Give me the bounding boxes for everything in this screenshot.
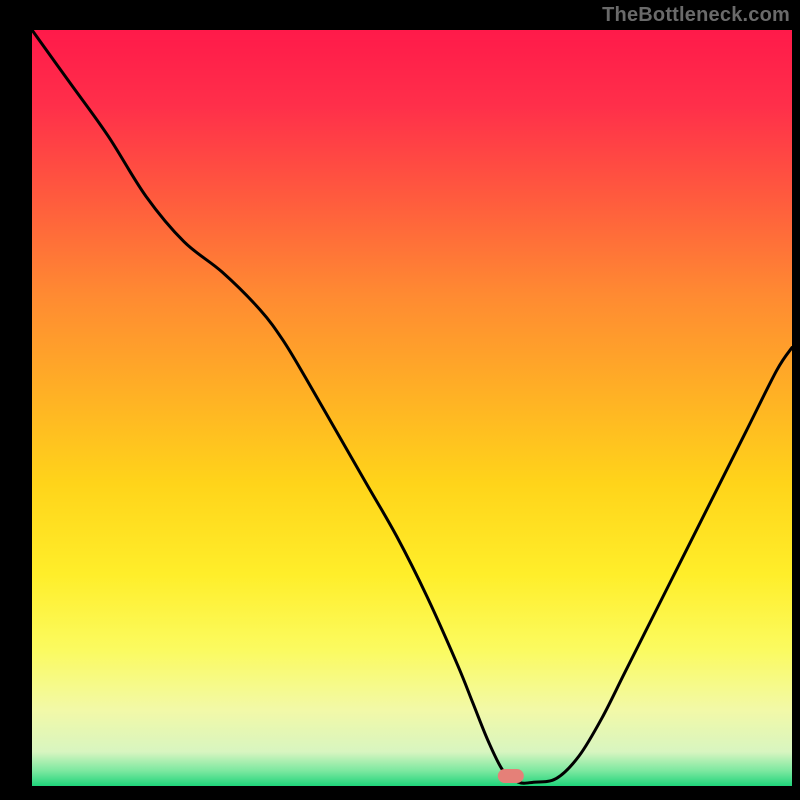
watermark-text: TheBottleneck.com: [602, 4, 790, 27]
chart-stage: TheBottleneck.com: [0, 0, 800, 800]
optimal-marker: [498, 769, 524, 783]
plot-background: [32, 30, 792, 786]
bottleneck-chart: [0, 0, 800, 800]
